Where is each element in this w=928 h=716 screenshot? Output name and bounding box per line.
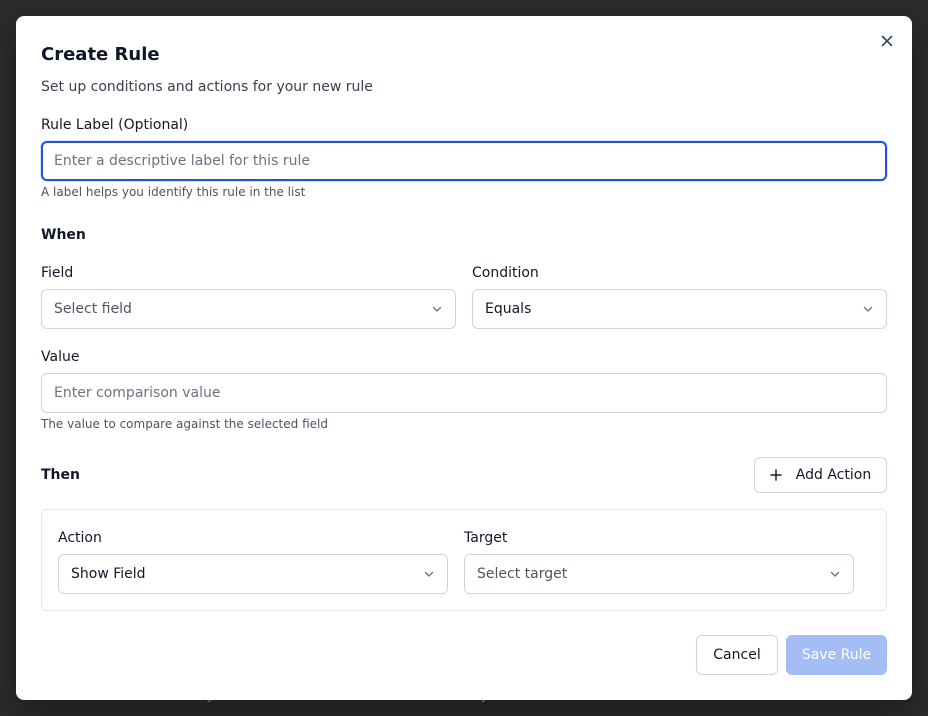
action-select-value: Show Field [71,566,146,582]
save-rule-button[interactable]: Save Rule [786,635,887,675]
field-label: Field [41,265,74,281]
chevron-down-icon [423,568,435,580]
condition-select[interactable]: Equals [472,289,887,329]
create-rule-dialog: Create Rule Set up conditions and action… [16,16,912,700]
field-select-value: Select field [54,301,132,317]
condition-select-value: Equals [485,301,532,317]
then-heading: Then [41,467,80,483]
rule-label-help: A label helps you identify this rule in … [41,185,306,199]
chevron-down-icon [431,303,443,315]
plus-icon [770,469,782,481]
comparison-value-input[interactable] [41,373,887,413]
action-label: Action [58,530,102,546]
condition-label: Condition [472,265,539,281]
chevron-down-icon [829,568,841,580]
cancel-button[interactable]: Cancel [696,635,778,675]
close-icon [881,35,893,47]
rule-label-input[interactable] [41,141,887,181]
action-select[interactable]: Show Field [58,554,448,594]
add-action-button[interactable]: Add Action [754,457,887,493]
field-select[interactable]: Select field [41,289,456,329]
target-select[interactable]: Select target [464,554,854,594]
add-action-label: Add Action [795,467,872,483]
chevron-down-icon [862,303,874,315]
action-card: Action Show Field Target Select target [41,509,887,611]
target-label: Target [464,530,508,546]
value-help: The value to compare against the selecte… [41,417,328,431]
target-select-value: Select target [477,566,568,582]
value-label: Value [41,349,80,365]
dialog-subtitle: Set up conditions and actions for your n… [41,79,373,95]
when-heading: When [41,227,86,243]
rule-label-label: Rule Label (Optional) [41,117,189,133]
close-button[interactable] [878,32,896,50]
dialog-title: Create Rule [41,44,160,65]
